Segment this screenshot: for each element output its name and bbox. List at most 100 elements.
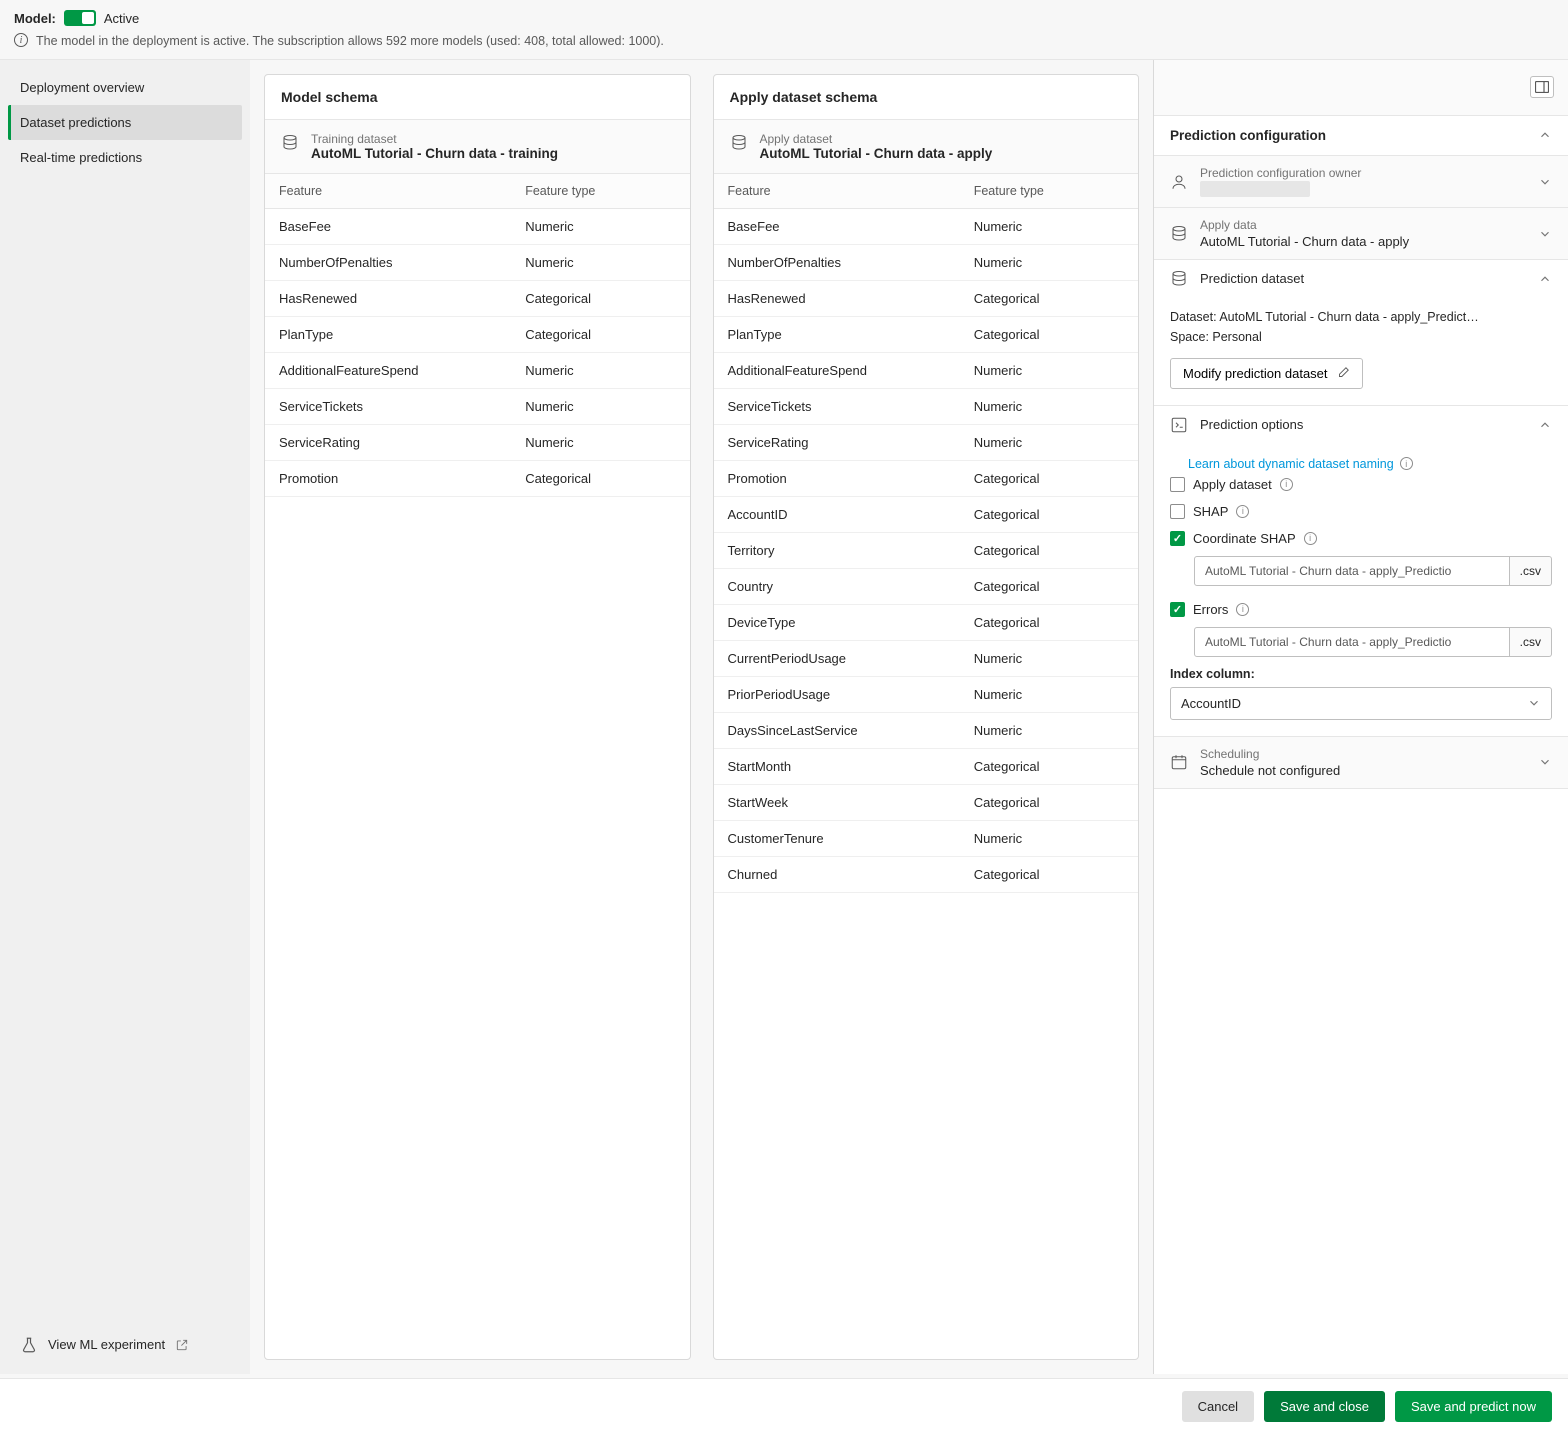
panel-icon xyxy=(1535,81,1549,93)
table-row: ServiceTicketsNumeric xyxy=(265,388,690,424)
apply-schema-table: Feature Feature type BaseFeeNumericNumbe… xyxy=(714,174,1139,893)
chevron-down-icon xyxy=(1527,696,1541,710)
user-icon xyxy=(1170,173,1188,191)
external-link-icon xyxy=(175,1338,189,1352)
header-bar: Model: Active i The model in the deploym… xyxy=(0,0,1568,60)
main-content: Model schema Training dataset AutoML Tut… xyxy=(250,60,1153,1374)
apply-dataset-label: Apply dataset xyxy=(760,132,993,146)
table-row: TerritoryCategorical xyxy=(714,532,1139,568)
training-dataset-name: AutoML Tutorial - Churn data - training xyxy=(311,146,558,161)
shap-checkbox[interactable] xyxy=(1170,504,1185,519)
training-dataset-label: Training dataset xyxy=(311,132,558,146)
database-icon xyxy=(1170,270,1188,288)
col-feature: Feature xyxy=(265,174,511,209)
prediction-dataset-section[interactable]: Prediction dataset xyxy=(1154,260,1568,298)
table-row: StartWeekCategorical xyxy=(714,784,1139,820)
calendar-icon xyxy=(1170,753,1188,771)
prediction-config-header[interactable]: Prediction configuration xyxy=(1154,116,1568,156)
info-icon[interactable]: i xyxy=(1236,603,1249,616)
table-row: DaysSinceLastServiceNumeric xyxy=(714,712,1139,748)
database-icon xyxy=(281,134,299,152)
table-row: PromotionCategorical xyxy=(265,460,690,496)
active-text: Active xyxy=(104,11,139,26)
collapse-panel-button[interactable] xyxy=(1530,76,1554,98)
model-schema-card: Model schema Training dataset AutoML Tut… xyxy=(264,74,691,1360)
table-row: AdditionalFeatureSpendNumeric xyxy=(265,352,690,388)
table-row: ServiceRatingNumeric xyxy=(714,424,1139,460)
model-active-toggle[interactable] xyxy=(64,10,96,26)
dataset-value: Dataset: AutoML Tutorial - Churn data - … xyxy=(1170,310,1552,324)
learn-dynamic-naming-link[interactable]: Learn about dynamic dataset naming i xyxy=(1188,457,1413,471)
apply-dataset-checkbox[interactable] xyxy=(1170,477,1185,492)
apply-schema-card: Apply dataset schema Apply dataset AutoM… xyxy=(713,74,1140,1360)
table-row: AdditionalFeatureSpendNumeric xyxy=(714,352,1139,388)
chevron-up-icon xyxy=(1538,418,1552,432)
col-feature-type: Feature type xyxy=(511,174,689,209)
col-feature: Feature xyxy=(714,174,960,209)
info-icon: i xyxy=(1400,457,1413,470)
sidebar-item[interactable]: Real-time predictions xyxy=(8,140,242,175)
sidebar: Deployment overviewDataset predictionsRe… xyxy=(0,60,250,1374)
apply-schema-title: Apply dataset schema xyxy=(714,75,1139,120)
table-row: HasRenewedCategorical xyxy=(265,280,690,316)
model-label: Model: xyxy=(14,11,56,26)
chevron-up-icon xyxy=(1538,128,1552,142)
modify-prediction-dataset-button[interactable]: Modify prediction dataset xyxy=(1170,358,1363,389)
sidebar-item[interactable]: Deployment overview xyxy=(8,70,242,105)
table-row: AccountIDCategorical xyxy=(714,496,1139,532)
owner-section[interactable]: Prediction configuration owner xyxy=(1154,156,1568,208)
table-row: CurrentPeriodUsageNumeric xyxy=(714,640,1139,676)
flask-icon xyxy=(20,1336,38,1354)
footer-bar: Cancel Save and close Save and predict n… xyxy=(0,1378,1568,1434)
table-row: DeviceTypeCategorical xyxy=(714,604,1139,640)
owner-value-redacted xyxy=(1200,181,1310,197)
table-row: BaseFeeNumeric xyxy=(714,208,1139,244)
model-schema-table: Feature Feature type BaseFeeNumericNumbe… xyxy=(265,174,690,497)
space-value: Space: Personal xyxy=(1170,330,1552,344)
prediction-options-section[interactable]: Prediction options xyxy=(1154,406,1568,444)
scheduling-section[interactable]: Scheduling Schedule not configured xyxy=(1154,737,1568,788)
file-ext: .csv xyxy=(1510,627,1552,657)
info-icon[interactable]: i xyxy=(1304,532,1317,545)
info-icon[interactable]: i xyxy=(1236,505,1249,518)
table-row: CustomerTenureNumeric xyxy=(714,820,1139,856)
table-row: PlanTypeCategorical xyxy=(265,316,690,352)
edit-icon xyxy=(1336,366,1350,380)
sidebar-item[interactable]: Dataset predictions xyxy=(8,105,242,140)
apply-dataset-name: AutoML Tutorial - Churn data - apply xyxy=(760,146,993,161)
database-icon xyxy=(730,134,748,152)
cancel-button[interactable]: Cancel xyxy=(1182,1391,1254,1422)
table-row: ServiceTicketsNumeric xyxy=(714,388,1139,424)
errors-checkbox[interactable] xyxy=(1170,602,1185,617)
table-row: ChurnedCategorical xyxy=(714,856,1139,892)
table-row: BaseFeeNumeric xyxy=(265,208,690,244)
table-row: ServiceRatingNumeric xyxy=(265,424,690,460)
save-close-button[interactable]: Save and close xyxy=(1264,1391,1385,1422)
coord-shap-file-input[interactable]: AutoML Tutorial - Churn data - apply_Pre… xyxy=(1194,556,1510,586)
options-icon xyxy=(1170,416,1188,434)
errors-file-input[interactable]: AutoML Tutorial - Churn data - apply_Pre… xyxy=(1194,627,1510,657)
table-row: HasRenewedCategorical xyxy=(714,280,1139,316)
index-column-select[interactable]: AccountID xyxy=(1170,687,1552,720)
subscription-info: The model in the deployment is active. T… xyxy=(36,32,664,51)
coordinate-shap-checkbox[interactable] xyxy=(1170,531,1185,546)
info-icon[interactable]: i xyxy=(1280,478,1293,491)
table-row: NumberOfPenaltiesNumeric xyxy=(265,244,690,280)
chevron-down-icon xyxy=(1538,227,1552,241)
save-predict-button[interactable]: Save and predict now xyxy=(1395,1391,1552,1422)
file-ext: .csv xyxy=(1510,556,1552,586)
table-row: NumberOfPenaltiesNumeric xyxy=(714,244,1139,280)
model-schema-title: Model schema xyxy=(265,75,690,120)
right-panel: Prediction configuration Prediction conf… xyxy=(1153,60,1568,1374)
chevron-up-icon xyxy=(1538,272,1552,286)
chevron-down-icon xyxy=(1538,755,1552,769)
chevron-down-icon xyxy=(1538,175,1552,189)
table-row: StartMonthCategorical xyxy=(714,748,1139,784)
database-icon xyxy=(1170,225,1188,243)
view-ml-experiment-link[interactable]: View ML experiment xyxy=(8,1326,242,1364)
table-row: PromotionCategorical xyxy=(714,460,1139,496)
col-feature-type: Feature type xyxy=(960,174,1138,209)
apply-data-section[interactable]: Apply data AutoML Tutorial - Churn data … xyxy=(1154,208,1568,259)
table-row: PriorPeriodUsageNumeric xyxy=(714,676,1139,712)
table-row: CountryCategorical xyxy=(714,568,1139,604)
